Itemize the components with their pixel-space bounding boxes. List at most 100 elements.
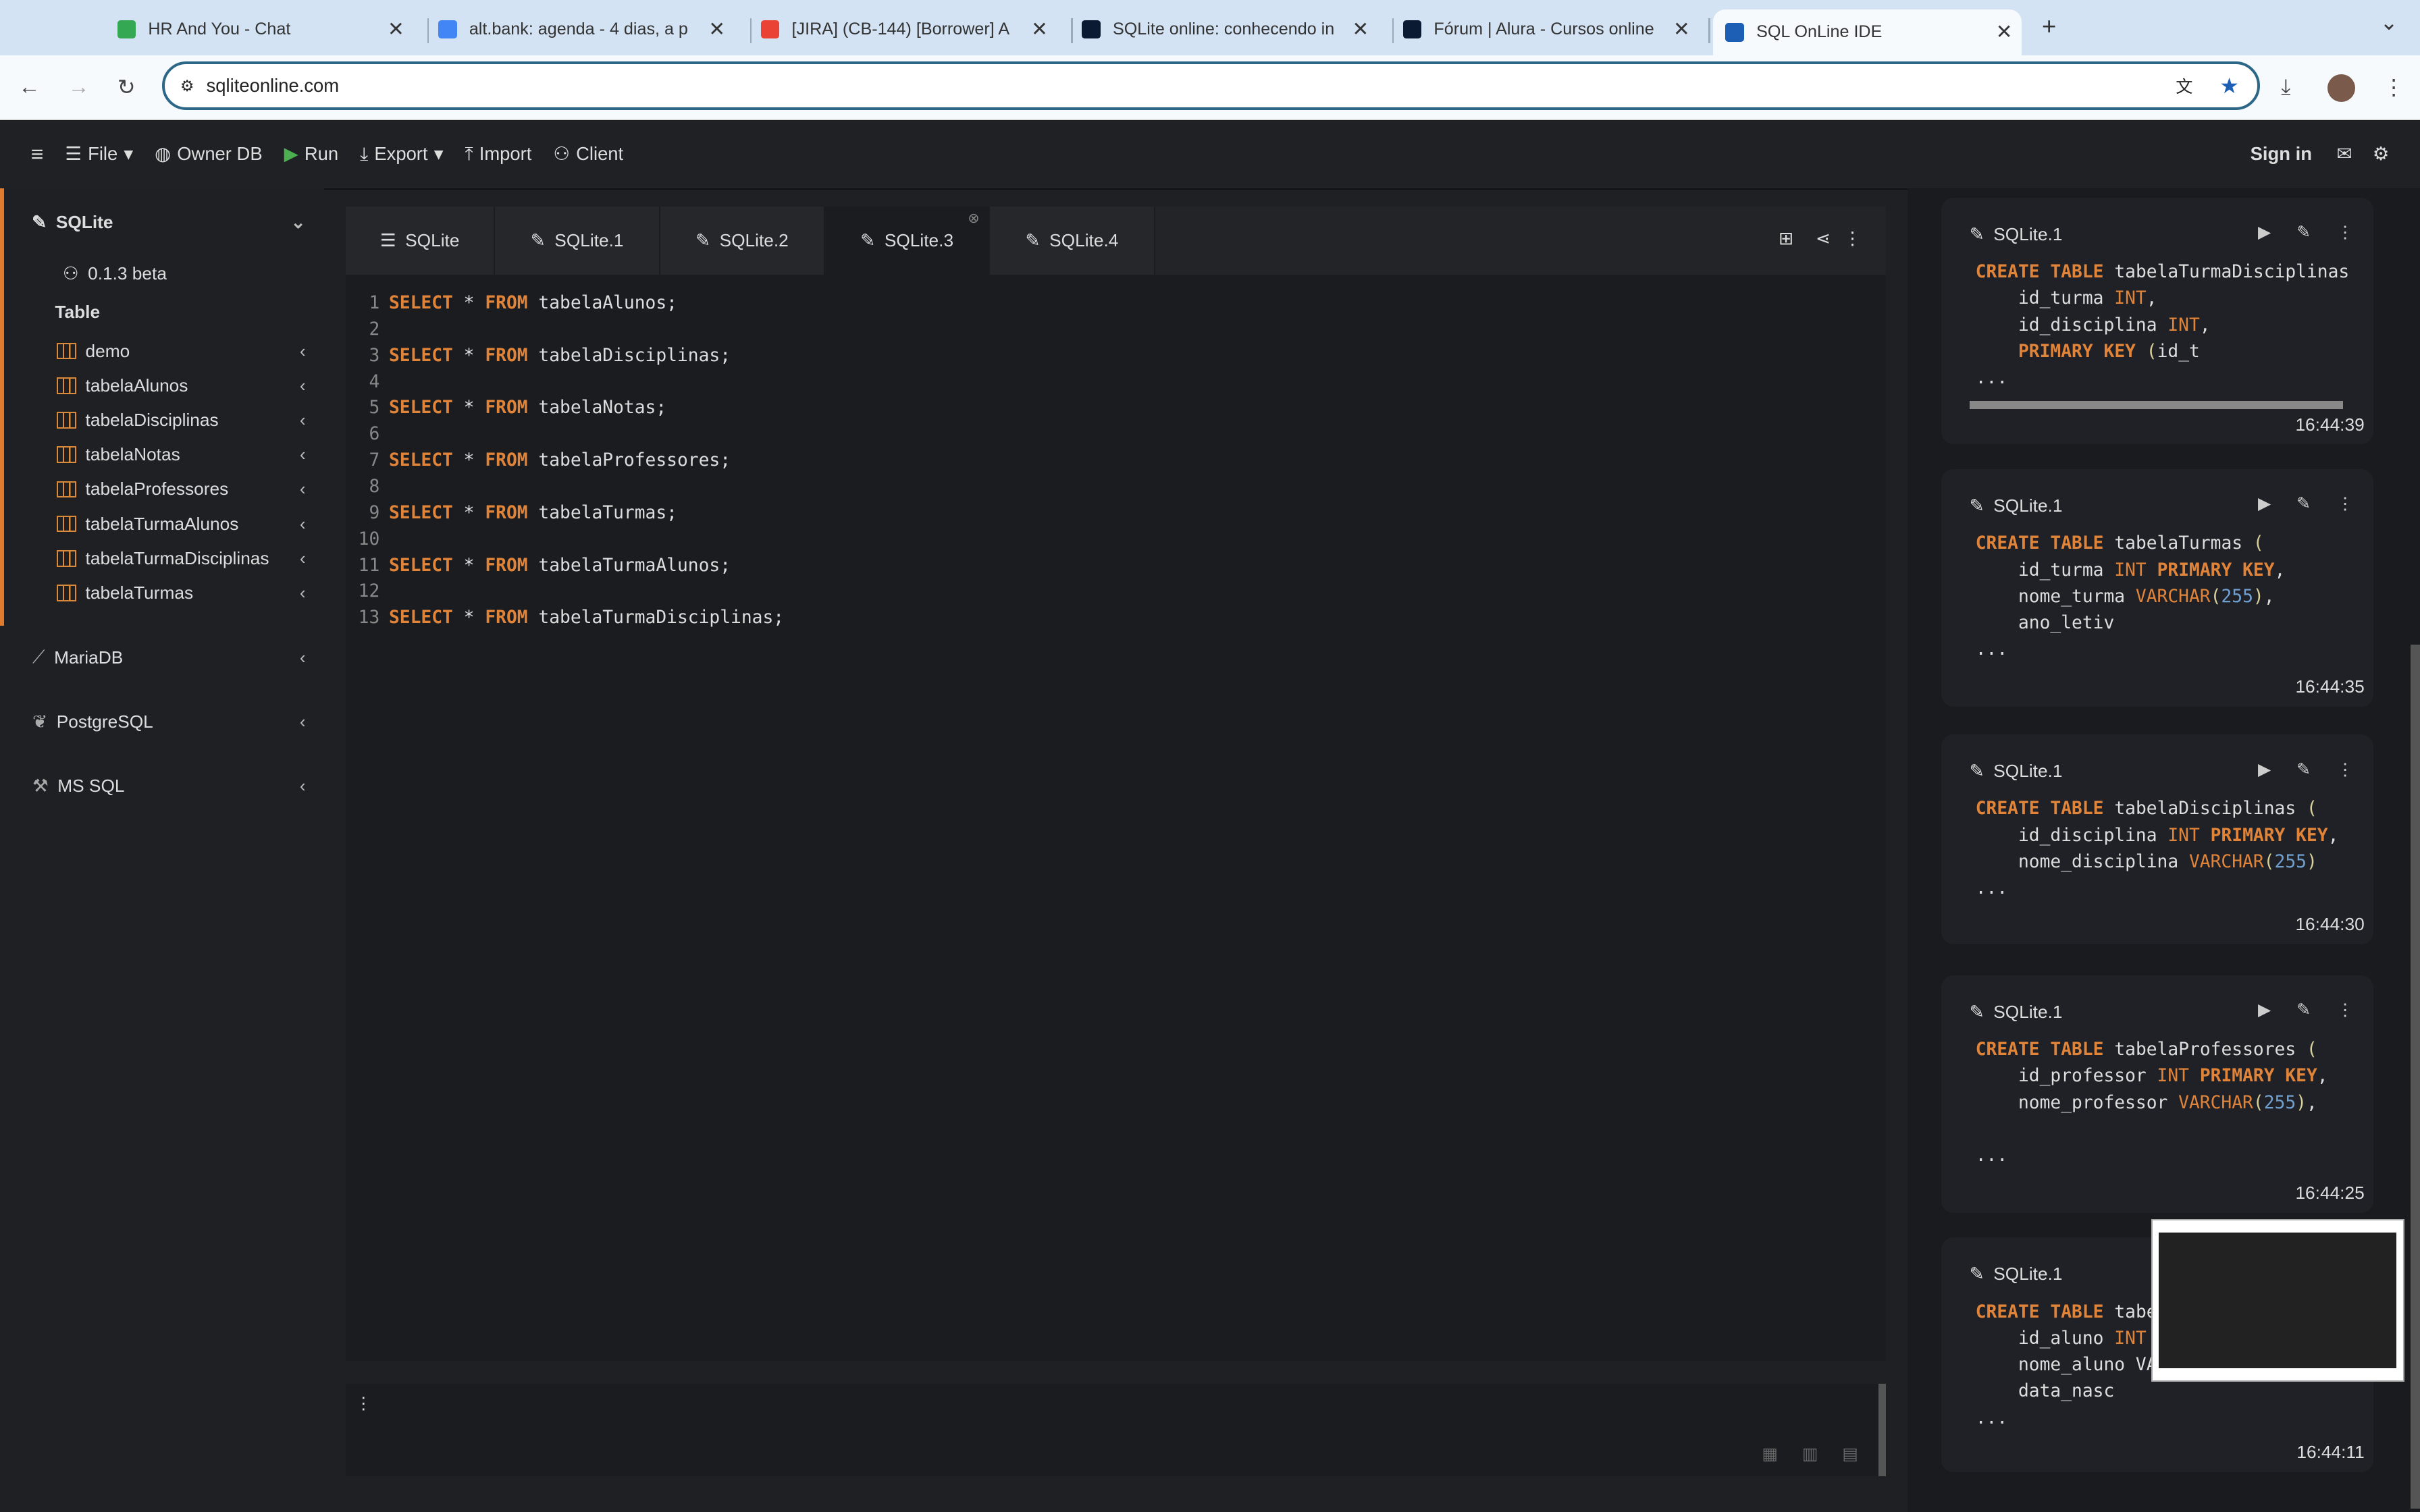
edit-icon[interactable]: ✎ bbox=[2296, 1000, 2311, 1020]
browser-tab[interactable]: Fórum | Alura - Cursos online ✕ bbox=[1397, 9, 1700, 49]
menu-icon[interactable]: ≡ bbox=[31, 142, 44, 167]
more-icon[interactable]: ⋮ bbox=[2337, 222, 2354, 242]
table-name: tabelaAlunos bbox=[85, 375, 188, 396]
code-text: SELECT * FROM tabelaDisciplinas; bbox=[388, 345, 731, 366]
app-toolbar: ≡ ☰ File ▾ ◍ Owner DB ▶ Run ⤓ Export ▾ ⤒ Impo… bbox=[0, 119, 2420, 190]
table-view-icon[interactable]: ▦ bbox=[1762, 1444, 1778, 1464]
play-icon[interactable]: ▶ bbox=[2258, 493, 2271, 514]
bookmark-star-icon[interactable]: ★ bbox=[2219, 73, 2239, 99]
card-timestamp: 16:44:30 bbox=[2295, 914, 2365, 935]
play-icon[interactable]: ▶ bbox=[2258, 1000, 2271, 1020]
sidebar-table-item[interactable]: tabelaDisciplinas ‹ bbox=[4, 403, 324, 437]
close-tab-icon[interactable]: ✕ bbox=[1031, 18, 1048, 41]
code-line: 7 SELECT * FROM tabelaProfessores; bbox=[346, 448, 1886, 474]
browser-tab[interactable]: [JIRA] (CB-144) [Borrower] A ✕ bbox=[755, 9, 1057, 49]
editor-tab-label: SQLite.2 bbox=[719, 230, 789, 251]
sidebar-table-item[interactable]: tabelaTurmas ‹ bbox=[4, 576, 324, 610]
reload-icon[interactable]: ↻ bbox=[117, 74, 136, 100]
scrollbar[interactable] bbox=[1878, 1384, 1887, 1477]
line-number: 13 bbox=[358, 608, 380, 628]
sidebar-db-item[interactable]: ⚒ MS SQL ‹ bbox=[0, 754, 324, 818]
close-tab-icon[interactable]: ✕ bbox=[1352, 18, 1369, 41]
editor-tab[interactable]: ✎ SQLite.3 ⊗ bbox=[824, 207, 991, 275]
browser-tab[interactable]: HR And You - Chat ✕ bbox=[111, 9, 414, 49]
new-tab-icon[interactable]: + bbox=[2042, 12, 2056, 40]
browser-tab[interactable]: SQLite online: conhecendo in ✕ bbox=[1076, 9, 1378, 49]
forward-icon[interactable]: → bbox=[68, 74, 90, 99]
edit-icon[interactable]: ✎ bbox=[2296, 222, 2311, 242]
history-card[interactable]: ✎ SQLite.1 ▶ ✎ ⋮ CREATE TABLE tabelaProfessor… bbox=[1941, 975, 2374, 1213]
text-view-icon[interactable]: ▤ bbox=[1842, 1444, 1858, 1464]
more-icon[interactable]: ⋮ bbox=[2337, 759, 2354, 780]
avatar[interactable] bbox=[2327, 74, 2355, 102]
url-input[interactable]: ⚙ sqliteonline.com 文 ★ bbox=[161, 61, 2261, 111]
editor-tab[interactable]: ✎ SQLite.2 bbox=[660, 207, 825, 275]
play-icon[interactable]: ▶ bbox=[2258, 759, 2271, 780]
result-menu-icon[interactable]: ⋮ bbox=[355, 1393, 372, 1413]
back-icon[interactable]: ← bbox=[18, 74, 40, 99]
more-icon[interactable]: ⋮ bbox=[2337, 493, 2354, 514]
history-scrollbar[interactable] bbox=[2411, 645, 2420, 1509]
browser-tab[interactable]: alt.bank: agenda - 4 dias, a p ✕ bbox=[432, 9, 735, 49]
code-line: 12 bbox=[346, 578, 1886, 605]
file-menu[interactable]: ☰ File ▾ bbox=[65, 143, 133, 165]
db-logo-icon: ⚒ bbox=[32, 775, 49, 796]
close-tab-icon[interactable]: ⊗ bbox=[968, 210, 979, 227]
gear-icon[interactable]: ⚙ bbox=[2373, 143, 2390, 165]
history-card[interactable]: ✎ SQLite.1 ▶ ✎ ⋮ CREATE TABLE tabelaTurmaDisc… bbox=[1941, 197, 2374, 445]
play-icon[interactable]: ▶ bbox=[2258, 222, 2271, 242]
sidebar-table-item[interactable]: demo ‹ bbox=[4, 334, 324, 369]
tab-search-icon[interactable]: ⌄ bbox=[2380, 9, 2398, 35]
card-scrollbar[interactable] bbox=[1969, 401, 2343, 409]
sidebar-db-item[interactable]: ⟋ MariaDB ‹ bbox=[0, 626, 324, 690]
sqlite-header[interactable]: ✎ SQLite ⌄ bbox=[4, 188, 324, 256]
close-tab-icon[interactable]: ✕ bbox=[1673, 18, 1690, 41]
editor-tab[interactable]: ☰ SQLite bbox=[345, 207, 496, 275]
mail-icon[interactable]: ✉ bbox=[2336, 143, 2352, 165]
close-tab-icon[interactable]: ✕ bbox=[1996, 20, 2013, 44]
sql-editor: ☰ SQLite ✎ SQLite.1 ✎ SQLite.2 ✎ SQLite.3 ⊗ ✎ SQLi… bbox=[345, 207, 1887, 1361]
browser-tab[interactable]: SQL OnLine IDE ✕ bbox=[1713, 9, 2022, 56]
edit-icon[interactable]: ✎ bbox=[2296, 493, 2311, 514]
add-tab-icon[interactable]: ⊞ bbox=[1779, 228, 1793, 249]
sidebar-table-item[interactable]: tabelaProfessores ‹ bbox=[4, 472, 324, 506]
code-text: SELECT * FROM tabelaTurmaDisciplinas; bbox=[388, 608, 785, 628]
card-code: CREATE TABLE tabelaProfessores ( id_prof… bbox=[1975, 1039, 2328, 1166]
owner-db-button[interactable]: ◍ Owner DB bbox=[155, 143, 262, 165]
screenshot-thumbnail[interactable] bbox=[2151, 1218, 2404, 1382]
site-settings-icon[interactable]: ⚙ bbox=[180, 77, 194, 95]
sidebar-table-item[interactable]: tabelaAlunos ‹ bbox=[4, 369, 324, 403]
pencil-icon: ✎ bbox=[1969, 495, 1984, 516]
chart-view-icon[interactable]: ▥ bbox=[1802, 1444, 1818, 1464]
version-label: 0.1.3 beta bbox=[88, 263, 167, 284]
close-tab-icon[interactable]: ✕ bbox=[708, 18, 725, 41]
export-menu[interactable]: ⤓ Export ▾ bbox=[360, 143, 443, 165]
translate-icon[interactable]: 文 bbox=[2176, 74, 2192, 98]
run-button[interactable]: ▶ Run bbox=[284, 143, 339, 165]
history-card[interactable]: ✎ SQLite.1 ▶ ✎ ⋮ CREATE TABLE tabelaDisciplin… bbox=[1941, 734, 2374, 944]
card-db-label: SQLite.1 bbox=[1993, 495, 2063, 516]
editor-tab[interactable]: ✎ SQLite.1 bbox=[495, 207, 660, 275]
history-card[interactable]: ✎ SQLite.1 ▶ ✎ ⋮ CREATE TABLE tabelaTurmas ( … bbox=[1941, 468, 2374, 707]
sidebar-db-item[interactable]: ❦ PostgreSQL ‹ bbox=[0, 690, 324, 754]
close-tab-icon[interactable]: ✕ bbox=[388, 18, 404, 41]
line-number: 11 bbox=[358, 555, 380, 576]
sidebar-table-item[interactable]: tabelaTurmaDisciplinas ‹ bbox=[4, 541, 324, 576]
chevron-left-icon: ‹ bbox=[299, 479, 306, 500]
card-timestamp: 16:44:25 bbox=[2295, 1182, 2365, 1203]
more-icon[interactable]: ⋮ bbox=[1843, 228, 1861, 249]
file-label: File bbox=[88, 143, 118, 165]
sign-in-link[interactable]: Sign in bbox=[2251, 143, 2312, 165]
edit-icon[interactable]: ✎ bbox=[2296, 759, 2311, 780]
more-menu-icon[interactable]: ⋮ bbox=[2383, 74, 2404, 100]
table-name: tabelaNotas bbox=[85, 444, 180, 465]
sidebar-table-item[interactable]: tabelaNotas ‹ bbox=[4, 437, 324, 472]
share-icon[interactable]: ⋖ bbox=[1816, 228, 1831, 249]
import-button[interactable]: ⤒ Import bbox=[465, 143, 531, 165]
editor-tab[interactable]: ✎ SQLite.4 bbox=[990, 207, 1155, 275]
code-area[interactable]: 1 SELECT * FROM tabelaAlunos; 2 3 SELECT * F… bbox=[346, 275, 1886, 631]
more-icon[interactable]: ⋮ bbox=[2337, 1000, 2354, 1020]
sidebar-table-item[interactable]: tabelaTurmaAlunos ‹ bbox=[4, 507, 324, 541]
client-button[interactable]: ⚇ Client bbox=[553, 143, 623, 165]
download-icon[interactable]: ⤓ bbox=[2281, 74, 2290, 100]
